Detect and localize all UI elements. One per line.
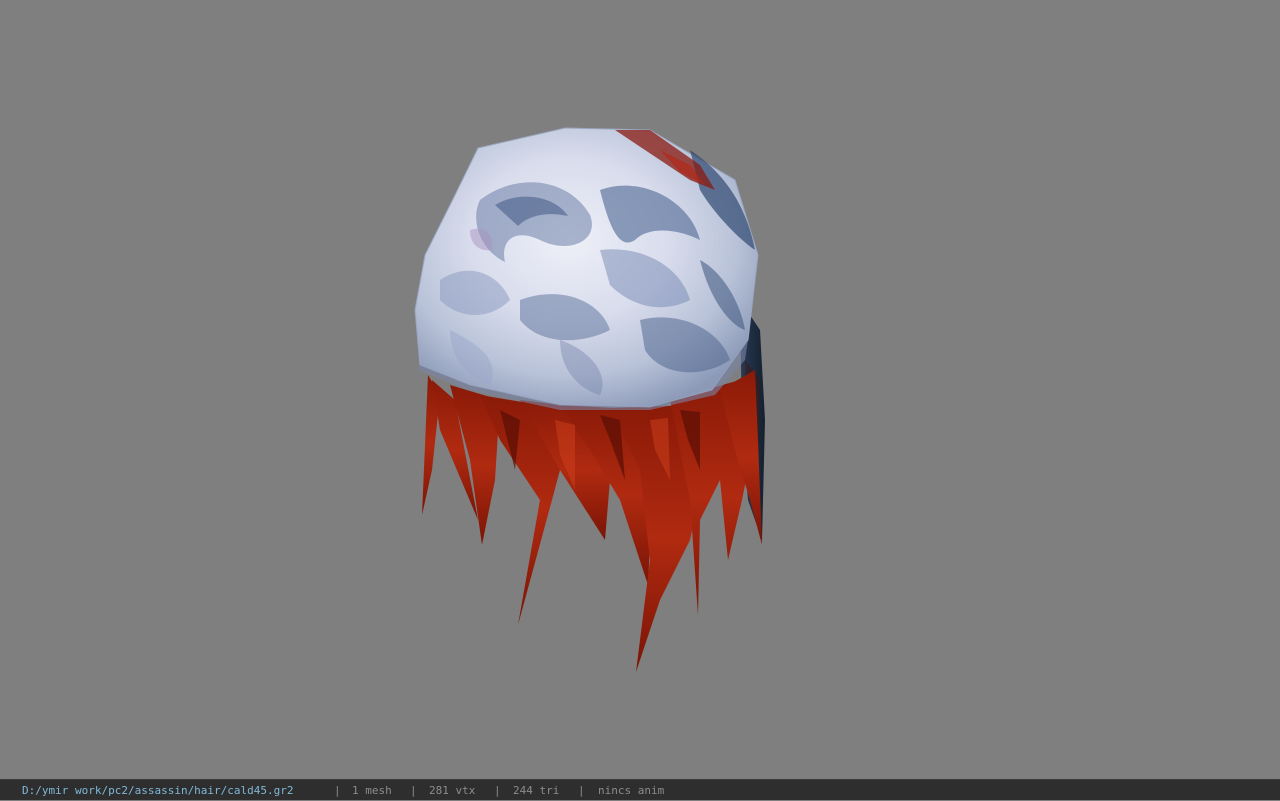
file-path: D:/ymir work/pc2/assassin/hair/cald45.gr… <box>22 784 294 797</box>
status-bar: D:/ymir work/pc2/assassin/hair/cald45.gr… <box>0 779 1280 800</box>
triangle-count: 244 tri <box>513 784 560 797</box>
hair-strands <box>422 370 762 672</box>
animation-status: nincs anim <box>598 784 665 797</box>
3d-viewport[interactable] <box>0 0 1280 779</box>
vertex-count: 281 vtx <box>429 784 476 797</box>
separator: | <box>334 784 341 797</box>
hair-cap <box>414 127 759 410</box>
separator: | <box>494 784 501 797</box>
separator: | <box>410 784 417 797</box>
separator: | <box>578 784 585 797</box>
model-render <box>414 127 765 672</box>
mesh-count: 1 mesh <box>352 784 392 797</box>
